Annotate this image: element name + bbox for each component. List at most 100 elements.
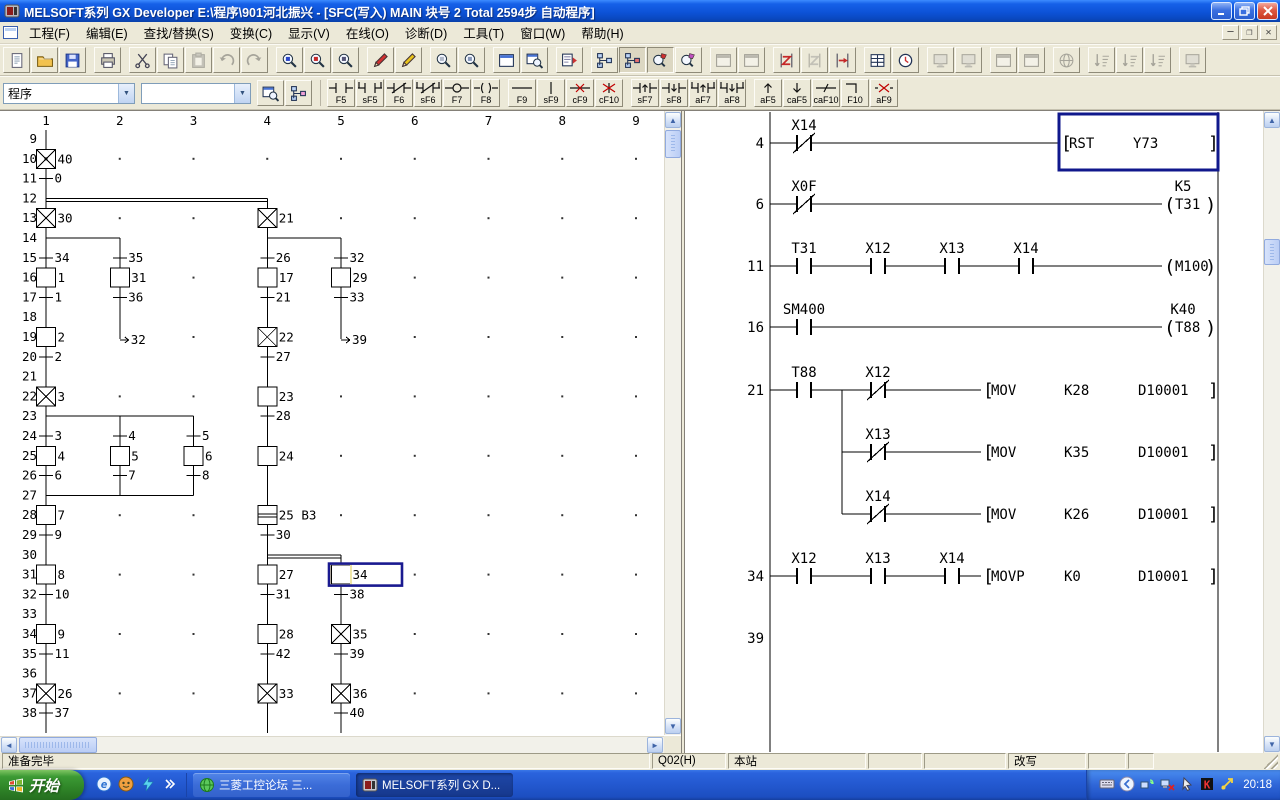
toolbar-button-cut[interactable]: [129, 47, 156, 73]
sfc-vscroll-thumb[interactable]: [665, 130, 681, 158]
sfc-transition[interactable]: 21: [260, 289, 291, 304]
toolbar-button-find-instruction[interactable]: [304, 47, 331, 73]
sfc-step[interactable]: 9: [37, 625, 66, 644]
sfc-transition[interactable]: 28: [260, 408, 291, 423]
toolbar-button-device-replace-ladder[interactable]: [829, 47, 856, 73]
sfc-transition[interactable]: 40: [334, 705, 365, 720]
ladder-rung-39[interactable]: 39: [747, 631, 764, 647]
toolbar-button-tile-window-b[interactable]: [1018, 47, 1045, 73]
fkey-button-rising-edge[interactable]: aF5: [754, 79, 782, 107]
mdi-close-button[interactable]: ✕: [1260, 25, 1277, 40]
ladder-rung-11[interactable]: 11T31X12X13X14(M100): [747, 241, 1216, 278]
toolbar-button-replace-string[interactable]: [395, 47, 422, 73]
resize-grip[interactable]: [1264, 753, 1278, 769]
sfc-step[interactable]: 24: [258, 446, 294, 465]
fkey-button-parallel-open-contact[interactable]: sF5: [356, 79, 384, 107]
toolbar-button-replace-device[interactable]: [367, 47, 394, 73]
sfc-step[interactable]: 7: [37, 506, 66, 525]
sfc-step[interactable]: 31: [110, 268, 146, 287]
sfc-step[interactable]: 26: [37, 684, 73, 703]
toolbar-button-open-project[interactable]: [31, 47, 58, 73]
fkey-button-delete-horizontal-line[interactable]: cF9: [566, 79, 594, 107]
fkey-button-open-contact[interactable]: F5: [327, 79, 355, 107]
menu-item-1[interactable]: 编辑(E): [78, 21, 136, 44]
tray-pointer-icon[interactable]: [1179, 776, 1195, 795]
sfc-step[interactable]: 23: [258, 387, 294, 406]
ladder-diagram[interactable]: 4X14[RSTY73]6X0F(T31)K511T31X12X13X14(M1…: [686, 112, 1264, 752]
tray-network-icon[interactable]: [1139, 776, 1155, 795]
sfc-transition[interactable]: 33: [334, 289, 365, 304]
toolbar-button-sort-descending[interactable]: [1116, 47, 1143, 73]
fkey-button-falling-pulse[interactable]: sF8: [660, 79, 688, 107]
sfc-jump[interactable]: 39: [341, 332, 367, 347]
toolbar-button-zoom-in[interactable]: [458, 47, 485, 73]
sfc-transition[interactable]: 6: [39, 468, 62, 483]
toolbar-button-program-verify[interactable]: [1053, 47, 1080, 73]
scroll-up-icon[interactable]: ▲: [1264, 112, 1280, 128]
toolbar-button-monitor-stop[interactable]: [738, 47, 765, 73]
sfc-step[interactable]: 29: [332, 268, 368, 287]
sfc-step[interactable]: 33: [258, 684, 294, 703]
toolbar-button-transfer-write[interactable]: [955, 47, 982, 73]
sfc-transition[interactable]: 0: [39, 171, 62, 186]
toolbar-button-project-data-list[interactable]: [556, 47, 583, 73]
mdi-child-icon[interactable]: [3, 26, 18, 39]
toolbar-button-sort-address[interactable]: [1144, 47, 1171, 73]
sfc-step[interactable]: 28: [258, 625, 294, 644]
fkey-button-parallel-closed-contact[interactable]: sF6: [414, 79, 442, 107]
sfc-transition[interactable]: 8: [187, 468, 210, 483]
sfc-transition[interactable]: 27: [260, 349, 291, 364]
fkey-button-delete-line[interactable]: aF9: [870, 79, 898, 107]
sfc-step[interactable]: 35: [332, 625, 368, 644]
sfc-step[interactable]: 3: [37, 387, 66, 406]
sfc-transition[interactable]: 4: [113, 428, 136, 443]
toolbar-button-device-batch-monitor[interactable]: [801, 47, 828, 73]
program-combo[interactable]: 程序 ▼: [3, 83, 135, 104]
toolbar-button-new-project[interactable]: [3, 47, 30, 73]
fkey-button-delete-vertical-line[interactable]: cF10: [595, 79, 623, 107]
fkey-button-horizontal-line[interactable]: F9: [508, 79, 536, 107]
sfc-step[interactable]: 34: [329, 564, 402, 586]
sfc-jump[interactable]: 32: [120, 332, 146, 347]
toolbar-button-redo[interactable]: [241, 47, 268, 73]
sfc-step[interactable]: 8: [37, 565, 66, 584]
menu-item-9[interactable]: 帮助(H): [573, 21, 631, 44]
toolbar-button-print[interactable]: [94, 47, 121, 73]
sfc-transition[interactable]: 31: [260, 586, 291, 601]
sfc-step[interactable]: 4: [37, 446, 66, 465]
scroll-left-icon[interactable]: ◄: [1, 737, 17, 753]
sfc-transition[interactable]: 3: [39, 428, 62, 443]
menu-item-2[interactable]: 查找/替换(S): [136, 21, 222, 44]
mdi-minimize-button[interactable]: ─: [1222, 25, 1239, 40]
sfc-transition[interactable]: 39: [334, 646, 365, 661]
fkey-button-closed-contact[interactable]: F6: [385, 79, 413, 107]
restore-button[interactable]: [1234, 2, 1255, 20]
toolbar-button-statement-display[interactable]: [619, 47, 646, 73]
menu-item-6[interactable]: 诊断(D): [397, 21, 455, 44]
sfc-step[interactable]: 1: [37, 268, 66, 287]
toolbar-button-sort-ascending[interactable]: [1088, 47, 1115, 73]
sfc-step[interactable]: 6: [184, 446, 213, 465]
sfc-step[interactable]: 5: [110, 446, 139, 465]
toolbar-button-transfer-read[interactable]: [927, 47, 954, 73]
taskbar-task-0[interactable]: 三菱工控论坛 三...: [193, 773, 350, 797]
toolbar-button-block-list[interactable]: [864, 47, 891, 73]
ladder-rung-16[interactable]: 16SM400(T88)K40: [747, 302, 1216, 339]
sfc-transition[interactable]: 32: [334, 250, 365, 265]
sfc-transition[interactable]: 5: [187, 428, 210, 443]
device-combo[interactable]: ▼: [141, 83, 251, 104]
fkey-button-invert-result[interactable]: caF10: [812, 79, 840, 107]
sfc-step[interactable]: 2: [37, 328, 66, 347]
toolbar-button-write-mode[interactable]: [647, 47, 674, 73]
menu-item-3[interactable]: 变换(C): [222, 21, 280, 44]
toolbar-button-paste[interactable]: [185, 47, 212, 73]
sfc-transition[interactable]: 38: [334, 586, 365, 601]
toolbar-button-comment-display[interactable]: [591, 47, 618, 73]
ladder-vertical-scrollbar[interactable]: ▲ ▼: [1263, 111, 1280, 753]
close-button[interactable]: [1257, 2, 1278, 20]
toolbar-button-device-comment-search[interactable]: [257, 80, 284, 106]
sfc-transition[interactable]: 36: [113, 289, 144, 304]
toolbar-button-zoom-out[interactable]: [430, 47, 457, 73]
mdi-restore-button[interactable]: ❐: [1241, 25, 1258, 40]
sfc-step[interactable]: 27: [258, 565, 294, 584]
